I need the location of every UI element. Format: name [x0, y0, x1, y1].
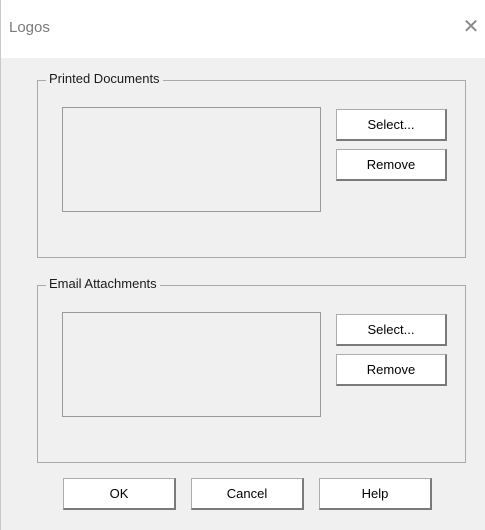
cancel-button[interactable]: Cancel	[191, 478, 304, 510]
printed-documents-group: Printed Documents Select... Remove	[37, 71, 466, 258]
email-attachments-select-button[interactable]: Select...	[336, 314, 447, 346]
printed-documents-select-button[interactable]: Select...	[336, 109, 447, 141]
email-attachments-label: Email Attachments	[46, 276, 160, 291]
email-attachments-logo-preview	[62, 312, 321, 417]
close-icon[interactable]: ✕	[460, 14, 482, 40]
printed-documents-logo-preview	[62, 107, 321, 212]
email-attachments-group: Email Attachments Select... Remove	[37, 276, 466, 463]
printed-documents-remove-button[interactable]: Remove	[336, 149, 447, 181]
ok-button[interactable]: OK	[63, 478, 176, 510]
title-bar: Logos ✕	[1, 0, 485, 58]
logos-dialog: Logos ✕ Printed Documents Select... Remo…	[0, 0, 485, 530]
email-attachments-remove-button[interactable]: Remove	[336, 354, 447, 386]
window-title: Logos	[9, 19, 50, 36]
help-button[interactable]: Help	[319, 478, 432, 510]
printed-documents-label: Printed Documents	[46, 71, 163, 86]
